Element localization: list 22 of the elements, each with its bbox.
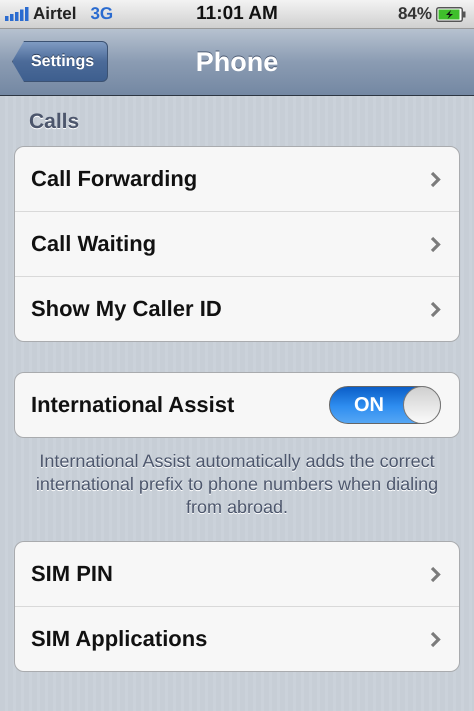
chevron-icon[interactable] <box>430 300 441 318</box>
network-type: 3G <box>90 4 114 24</box>
battery-icon <box>436 6 466 22</box>
row-label: Call Waiting <box>31 231 156 257</box>
row-label: SIM PIN <box>31 561 113 587</box>
chevron-icon[interactable] <box>430 630 441 648</box>
carrier-name: Airtel <box>33 4 76 24</box>
row-label: SIM Applications <box>31 626 208 652</box>
signal-icon <box>5 7 29 21</box>
back-button[interactable]: Settings <box>12 41 108 82</box>
chevron-icon[interactable] <box>430 566 441 582</box>
chevron-icon[interactable] <box>430 170 441 188</box>
toggle-switch[interactable]: ON <box>329 386 441 424</box>
section-header: Calls <box>29 110 80 134</box>
battery-percent: 84% <box>398 4 432 24</box>
nav-title: Phone <box>196 46 278 78</box>
chevron-icon[interactable] <box>430 236 441 252</box>
clock: 11:01 AM <box>196 3 278 25</box>
row-label: Show My Caller ID <box>31 296 222 322</box>
row-label: International Assist <box>31 392 234 418</box>
row-label: Call Forwarding <box>31 166 198 192</box>
section-footer: International Assist automatically adds the correct international prefix to phone numbers when dialing from abroad. <box>24 450 450 519</box>
